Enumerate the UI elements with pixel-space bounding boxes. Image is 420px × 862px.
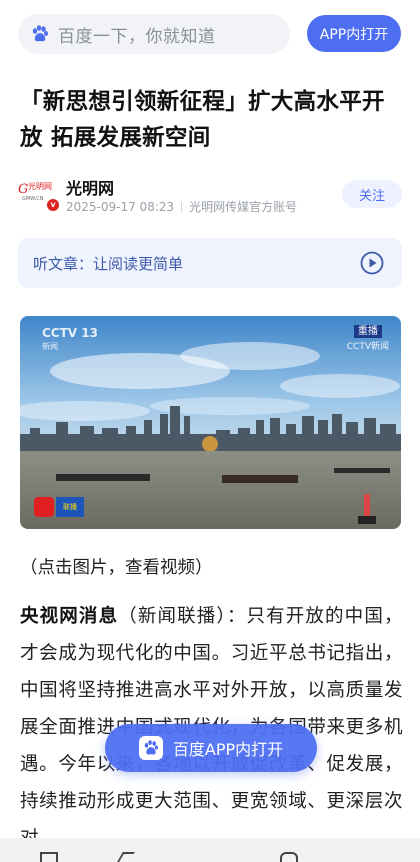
author-meta: 2025-09-17 08:23 光明网传媒官方账号 (66, 198, 297, 215)
baidu-app-icon (138, 736, 163, 760)
verified-badge-icon: v (46, 198, 60, 212)
floating-button-label: 百度APP内打开 (172, 740, 284, 759)
search-placeholder: 百度一下，你就知道 (58, 26, 216, 47)
listen-label: 听文章：让阅读更简单 (33, 254, 184, 273)
home-icon[interactable] (40, 852, 58, 862)
replay-label: 重播 (353, 325, 382, 338)
svg-text:GMW.CN: GMW.CN (22, 196, 44, 202)
video-play-icon (34, 497, 54, 517)
replay-tag: 重播 CCTV新闻 (347, 322, 389, 352)
meta-divider (181, 202, 183, 212)
top-bar: 百度一下，你就知道 APP内打开 (0, 0, 420, 66)
article-lead: 央视网消息 (20, 606, 119, 627)
back-icon[interactable] (117, 852, 135, 862)
svg-text:光明网: 光明网 (28, 181, 52, 191)
follow-button[interactable]: 关注 (342, 180, 402, 208)
listen-article-bar[interactable]: 听文章：让阅读更简单 (18, 238, 402, 288)
account-type: 光明网传媒官方账号 (189, 200, 298, 214)
tabs-icon[interactable] (280, 852, 298, 862)
article-title: 「新思想引领新征程」扩大高水平开放 拓展发展新空间 (20, 89, 385, 151)
cctv-channel-logo: CCTV 13 新闻 (42, 327, 98, 353)
image-caption: （点击图片，查看视频） (20, 558, 213, 578)
baidu-paw-icon (32, 25, 48, 42)
author-row: G 光明网 GMW.CN v 光明网 2025-09-17 08:23 光明网传媒… (18, 172, 402, 216)
publish-date: 2025-09-17 08:23 (66, 200, 175, 214)
search-input[interactable]: 百度一下，你就知道 (18, 14, 290, 54)
bottom-nav-bar (0, 838, 420, 862)
svg-text:G: G (18, 182, 28, 197)
news-program-logo-icon: 联播 (56, 497, 84, 517)
baidu-app-open-button[interactable]: 百度APP内打开 (105, 724, 317, 772)
video-thumbnail[interactable]: CCTV 13 新闻 重播 CCTV新闻 联播 (20, 316, 401, 529)
author-name[interactable]: 光明网 (66, 175, 114, 199)
open-in-app-button[interactable]: APP内打开 (307, 15, 401, 52)
channel-sub: 新闻 (42, 342, 58, 351)
replay-channel: CCTV新闻 (346, 342, 389, 352)
play-circle-icon[interactable] (360, 251, 384, 275)
channel-name: CCTV 13 (42, 326, 98, 340)
